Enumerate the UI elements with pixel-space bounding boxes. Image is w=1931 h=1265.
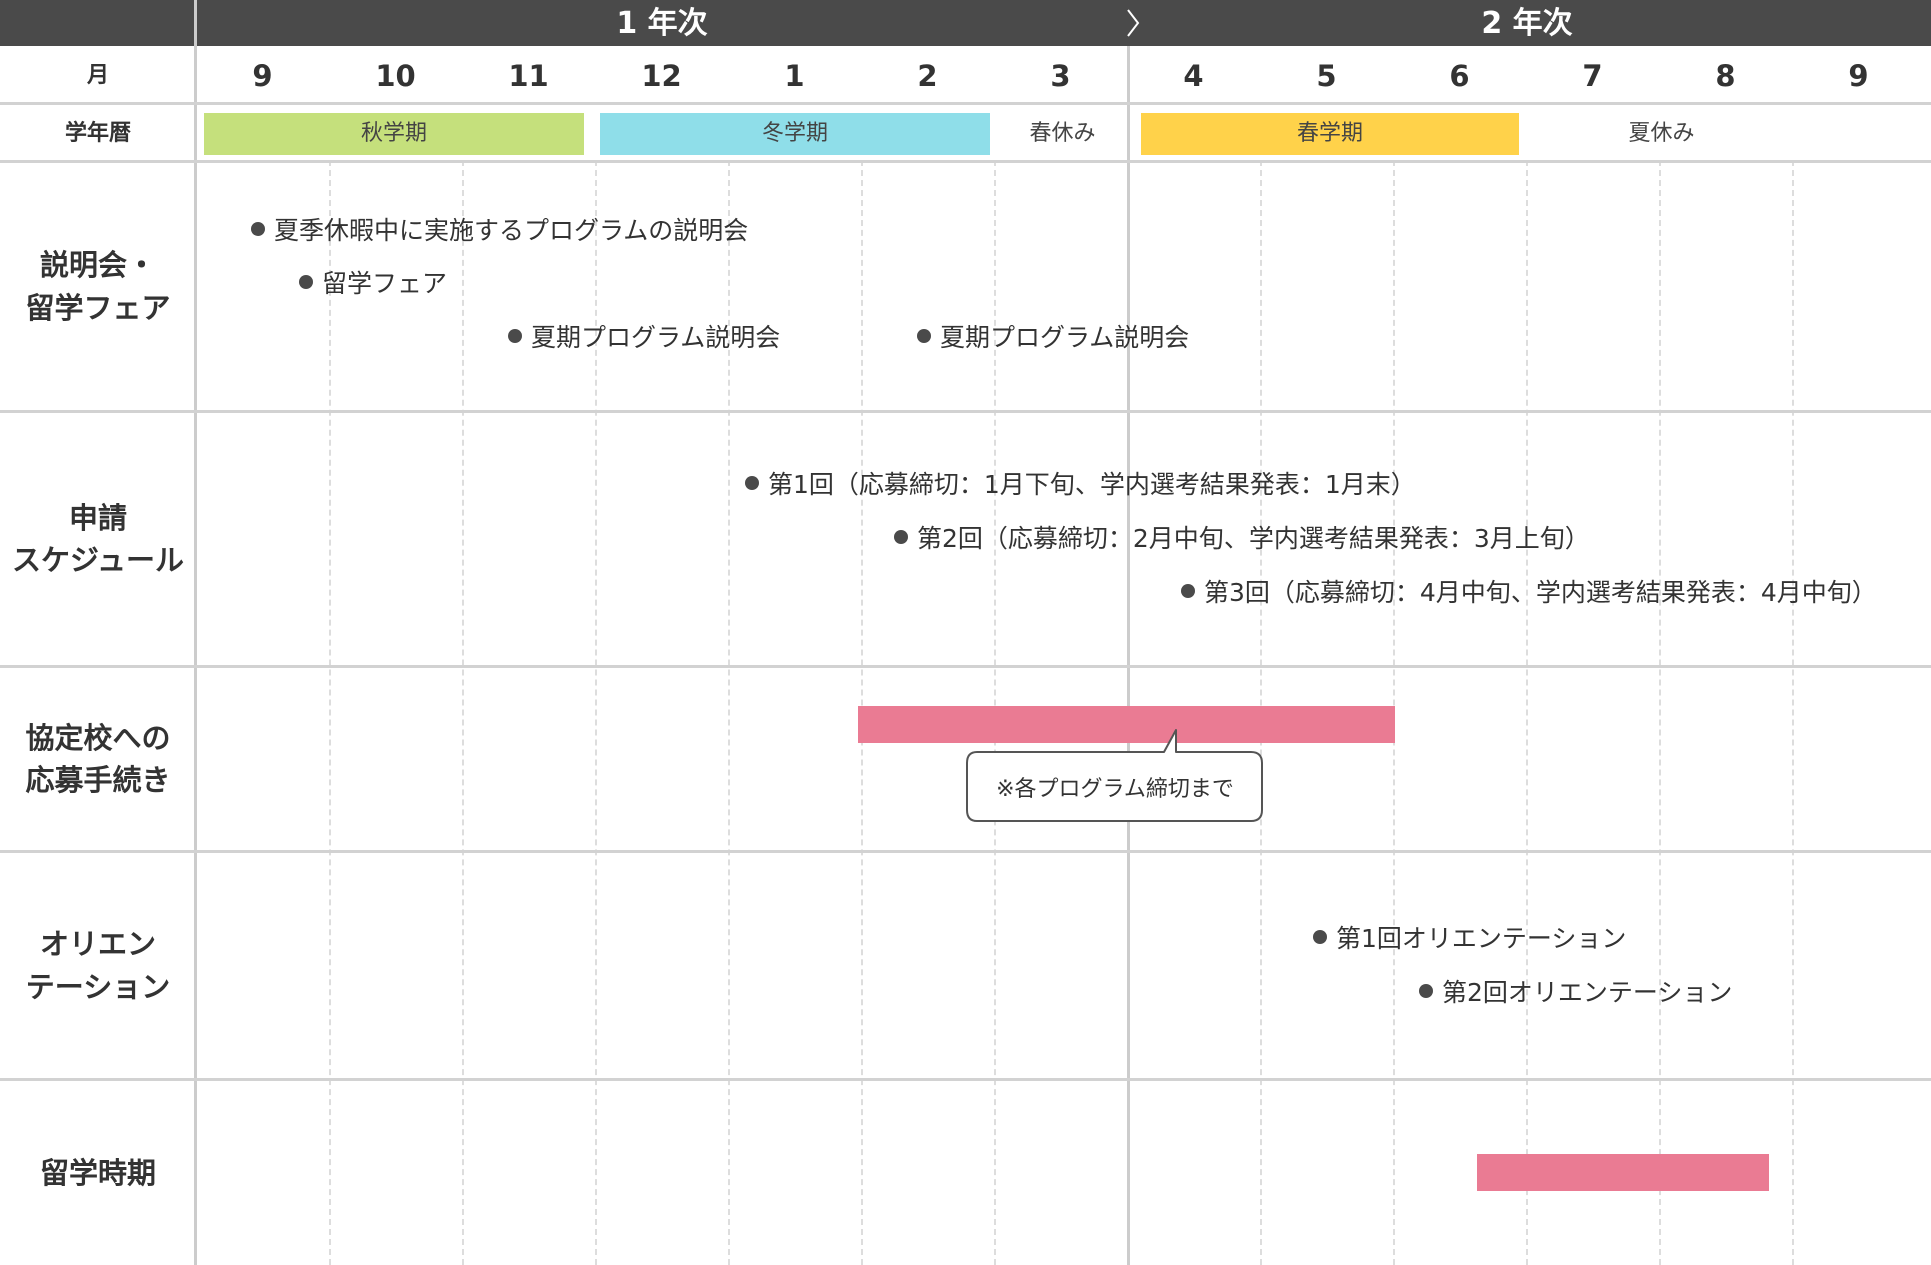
row-title-line: 応募手続き — [25, 763, 171, 797]
term-label: 春学期 — [1296, 121, 1363, 146]
event-label: 第2回（応募締切：2月中旬、学内選考結果発表：3月上旬） — [917, 524, 1590, 553]
row-divider — [0, 850, 1931, 853]
event-info-session: 夏季休暇中に実施するプログラムの説明会 — [251, 213, 748, 245]
row-title-line: 説明会・ — [39, 248, 156, 283]
row-title-line: スケジュール — [12, 543, 184, 577]
term-label: 夏休み — [1628, 121, 1695, 146]
term-autumn: 秋学期 — [204, 113, 584, 155]
row-header-application: 申請 スケジュール — [0, 413, 196, 665]
month-label: 10 — [375, 59, 416, 93]
event-label: 第1回オリエンテーション — [1336, 924, 1627, 953]
event-application-round-1: 第1回（応募締切：1月下旬、学内選考結果発表：1月末） — [745, 467, 1416, 499]
bullet-dot-icon — [508, 329, 522, 343]
term-label: 冬学期 — [761, 121, 828, 146]
year-divider-line — [1127, 46, 1130, 1265]
term-label: 秋学期 — [360, 121, 427, 146]
term-spring-break: 春休み — [1000, 113, 1125, 155]
event-application-round-3: 第3回（応募締切：4月中旬、学内選考結果発表：4月中旬） — [1181, 575, 1877, 607]
event-orientation-1: 第1回オリエンテーション — [1313, 921, 1626, 953]
row-divider — [0, 102, 1931, 105]
study-period-bar — [1477, 1154, 1769, 1191]
year2-label: 2 年次 — [1481, 6, 1573, 41]
month-gridline — [329, 160, 331, 1265]
event-label: 第3回（応募締切：4月中旬、学内選考結果発表：4月中旬） — [1204, 578, 1877, 607]
year1-label: 1 年次 — [616, 6, 708, 41]
month-label: 6 — [1449, 59, 1470, 93]
row-title-line: テーション — [25, 969, 171, 1004]
month-label: 3 — [1050, 59, 1071, 93]
event-summer-program-session: 夏期プログラム説明会 — [508, 320, 780, 352]
row-divider — [0, 410, 1931, 413]
term-summer-break: 夏休み — [1525, 113, 1798, 155]
row-title-line: 協定校への — [25, 720, 171, 755]
bullet-dot-icon — [1313, 930, 1327, 944]
year-divider-chevron-icon — [1127, 9, 1140, 37]
month-gridline — [1526, 160, 1528, 1265]
event-label: 第1回（応募締切：1月下旬、学内選考結果発表：1月末） — [768, 470, 1416, 499]
row-divider — [0, 160, 1931, 163]
month-label: 9 — [252, 59, 273, 93]
month-gridline — [462, 160, 464, 1265]
month-label: 7 — [1582, 59, 1603, 93]
row-header-info-sessions: 説明会・ 留学フェア — [0, 163, 196, 410]
event-orientation-2: 第2回オリエンテーション — [1419, 975, 1732, 1007]
event-application-round-2: 第2回（応募締切：2月中旬、学内選考結果発表：3月上旬） — [894, 521, 1590, 553]
row-divider — [0, 665, 1931, 668]
term-winter: 冬学期 — [600, 113, 990, 155]
month-row-label: 月 — [86, 63, 109, 89]
row-header-orientation: オリエン テーション — [0, 853, 196, 1078]
bullet-dot-icon — [299, 275, 313, 289]
row-title-line: 留学時期 — [39, 1155, 156, 1190]
row-title-line: 留学フェア — [25, 290, 171, 325]
term-spring: 春学期 — [1141, 113, 1519, 155]
event-label: 留学フェア — [322, 269, 448, 298]
row-header-study-period: 留学時期 — [0, 1081, 196, 1265]
year-header-bar — [0, 0, 1931, 46]
month-label: 4 — [1183, 59, 1204, 93]
event-summer-program-session: 夏期プログラム説明会 — [917, 320, 1189, 352]
bullet-dot-icon — [1181, 584, 1195, 598]
row-divider — [0, 1078, 1931, 1081]
month-gridline — [1659, 160, 1661, 1265]
event-label: 夏季休暇中に実施するプログラムの説明会 — [274, 216, 749, 245]
row-header-partner-application: 協定校への 応募手続き — [0, 668, 196, 850]
event-label: 第2回オリエンテーション — [1442, 978, 1733, 1007]
term-label: 春休み — [1029, 121, 1096, 146]
month-label: 9 — [1848, 59, 1869, 93]
month-label: 1 — [784, 59, 805, 93]
month-label: 2 — [917, 59, 938, 93]
month-label: 5 — [1316, 59, 1337, 93]
bullet-dot-icon — [1419, 984, 1433, 998]
row-title-line: オリエン — [39, 927, 156, 962]
event-study-abroad-fair: 留学フェア — [299, 266, 447, 298]
month-label: 8 — [1715, 59, 1736, 93]
event-label: 夏期プログラム説明会 — [940, 323, 1190, 352]
calendar-row-label: 学年暦 — [64, 121, 131, 147]
month-label: 11 — [508, 59, 549, 93]
month-label: 12 — [641, 59, 682, 93]
bullet-dot-icon — [894, 530, 908, 544]
callout-text: ※各プログラム締切まで — [996, 776, 1234, 802]
bullet-dot-icon — [745, 476, 759, 490]
bullet-dot-icon — [917, 329, 931, 343]
bullet-dot-icon — [251, 222, 265, 236]
month-gridline — [1792, 160, 1794, 1265]
row-title-line: 申請 — [68, 500, 127, 535]
event-label: 夏期プログラム説明会 — [531, 323, 781, 352]
